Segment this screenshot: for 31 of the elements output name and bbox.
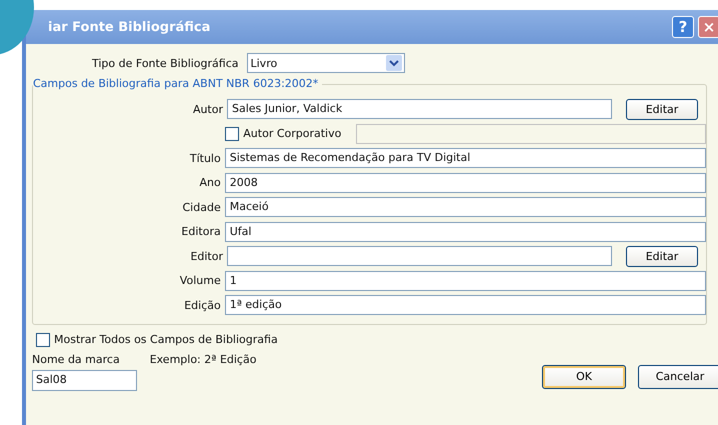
input-field[interactable] bbox=[227, 246, 612, 266]
corporate-author-checkbox[interactable]: Autor Corporativo bbox=[225, 126, 352, 141]
field-label: Volume bbox=[178, 274, 221, 288]
edit-button[interactable]: Editar bbox=[626, 246, 698, 267]
field-label: Editor bbox=[189, 250, 223, 263]
tag-name-label: Nome da marca bbox=[32, 352, 120, 366]
help-button[interactable]: ? bbox=[672, 16, 694, 38]
input-field[interactable]: Maceió bbox=[224, 197, 706, 218]
group-title: Campos de Bibliografia para ABNT NBR 6023:2002* bbox=[33, 77, 322, 90]
tag-name-field[interactable]: Sal08 bbox=[32, 370, 137, 390]
window-title: iar Fonte Bibliográfica bbox=[47, 20, 212, 34]
cancel-button[interactable]: Cancelar bbox=[638, 364, 718, 388]
input-field[interactable]: 1ª edição bbox=[224, 295, 706, 316]
field-label: Editora bbox=[180, 225, 221, 238]
input-field[interactable]: Sales Junior, Valdick bbox=[227, 99, 612, 120]
ok-button[interactable]: OK bbox=[542, 364, 626, 388]
field-label: Tipo de Fonte Bibliográfica bbox=[92, 56, 238, 70]
input-field[interactable]: 1 bbox=[224, 270, 706, 291]
field-label: Ano bbox=[198, 176, 221, 190]
input-field[interactable]: Sistemas de Recomendação para TV Digital bbox=[224, 148, 706, 168]
field-label: Cidade bbox=[182, 200, 221, 214]
field-label: Autor bbox=[192, 102, 223, 116]
input-field[interactable] bbox=[356, 124, 706, 144]
field-label: Título bbox=[188, 152, 221, 165]
source-type-dropdown[interactable]: Livro bbox=[246, 53, 404, 73]
example-text: Exemplo: 2ª Edição bbox=[150, 352, 256, 366]
field-label: Edição bbox=[183, 298, 221, 312]
input-field[interactable]: Ufal bbox=[224, 222, 706, 242]
edit-button[interactable]: Editar bbox=[626, 98, 698, 120]
input-field[interactable]: 2008 bbox=[224, 172, 706, 193]
show-all-checkbox[interactable]: Mostrar Todos os Campos de Bibliografia bbox=[36, 332, 718, 346]
